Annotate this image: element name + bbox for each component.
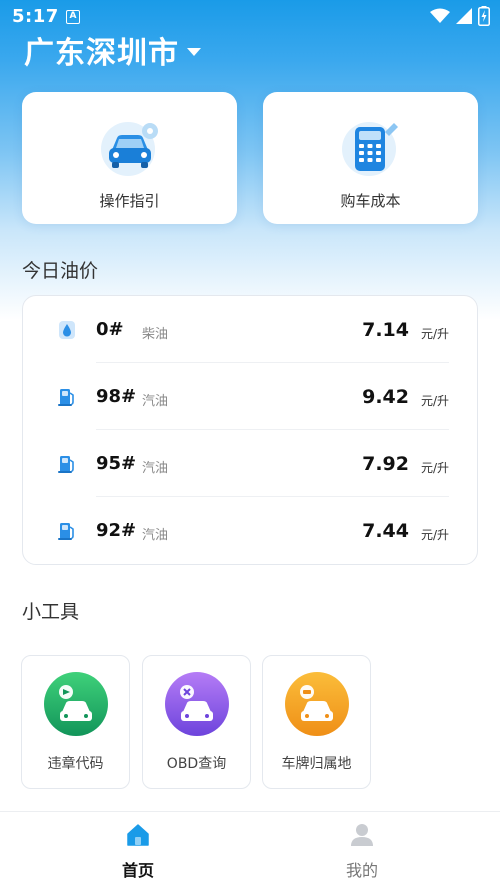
battery-icon (478, 6, 490, 26)
calculator-icon (341, 122, 398, 176)
plate-location-icon (284, 672, 349, 736)
plate-location-label: 车牌归属地 (281, 756, 352, 772)
violation-code-icon (43, 672, 108, 736)
oil-price-list: 0# 柴油 7.14 元/升 98# 汽油 9.42 元/升 95# 汽油 7.… (22, 295, 478, 565)
status-time: 5:17 (12, 6, 59, 27)
obd-query-icon (164, 672, 229, 736)
car-cost-card[interactable]: 购车成本 (263, 92, 478, 224)
oil-price: 7.14 (362, 319, 409, 341)
fuel-pump-icon (58, 389, 74, 406)
car-guide-icon (100, 122, 158, 176)
oil-drop-icon (59, 321, 75, 339)
nav-tab-mine[interactable]: 我的 (302, 812, 422, 888)
oil-grade: 0# (96, 319, 124, 340)
violation-code-label: 违章代码 (47, 756, 104, 772)
signal-icon (456, 8, 472, 24)
operation-guide-label: 操作指引 (99, 192, 160, 210)
oil-type: 汽油 (142, 461, 169, 476)
oil-type: 柴油 (142, 327, 169, 342)
oil-price-row: 0# 柴油 7.14 元/升 (23, 296, 479, 363)
oil-type: 汽油 (142, 394, 169, 409)
oil-price-row: 95# 汽油 7.92 元/升 (23, 430, 479, 497)
tools-title: 小工具 (22, 601, 80, 623)
obd-query-tool[interactable]: OBD查询 (142, 655, 251, 789)
nav-mine-label: 我的 (345, 861, 378, 880)
nav-tab-home[interactable]: 首页 (78, 812, 198, 888)
fuel-pump-icon (58, 456, 74, 473)
oil-unit: 元/升 (420, 327, 449, 341)
violation-code-tool[interactable]: 违章代码 (21, 655, 130, 789)
oil-price-title: 今日油价 (22, 260, 99, 282)
chevron-down-icon (187, 48, 201, 56)
oil-unit: 元/升 (420, 394, 449, 408)
home-icon (127, 824, 149, 846)
oil-grade: 95# (96, 453, 137, 474)
oil-grade: 98# (96, 386, 137, 407)
oil-unit: 元/升 (420, 528, 449, 542)
oil-price: 7.44 (362, 520, 409, 542)
oil-price: 9.42 (362, 386, 409, 408)
city-selector[interactable]: 广东深圳市 (24, 28, 201, 72)
fuel-pump-icon (58, 523, 74, 540)
oil-grade: 92# (96, 520, 137, 541)
operation-guide-card[interactable]: 操作指引 (22, 92, 237, 224)
city-name: 广东深圳市 (24, 36, 179, 71)
oil-price-row: 92# 汽油 7.44 元/升 (23, 497, 479, 564)
obd-query-label: OBD查询 (166, 756, 227, 772)
wifi-icon (430, 8, 450, 23)
oil-type: 汽油 (142, 528, 169, 543)
oil-price: 7.92 (362, 453, 409, 475)
oil-price-row: 98# 汽油 9.42 元/升 (23, 363, 479, 430)
nav-home-label: 首页 (121, 861, 154, 880)
bottom-navigation: 首页 我的 (0, 811, 500, 888)
oil-unit: 元/升 (420, 461, 449, 475)
car-cost-label: 购车成本 (340, 192, 401, 210)
plate-location-tool[interactable]: 车牌归属地 (262, 655, 371, 789)
user-icon (351, 824, 373, 846)
notification-icon: A (66, 10, 80, 24)
